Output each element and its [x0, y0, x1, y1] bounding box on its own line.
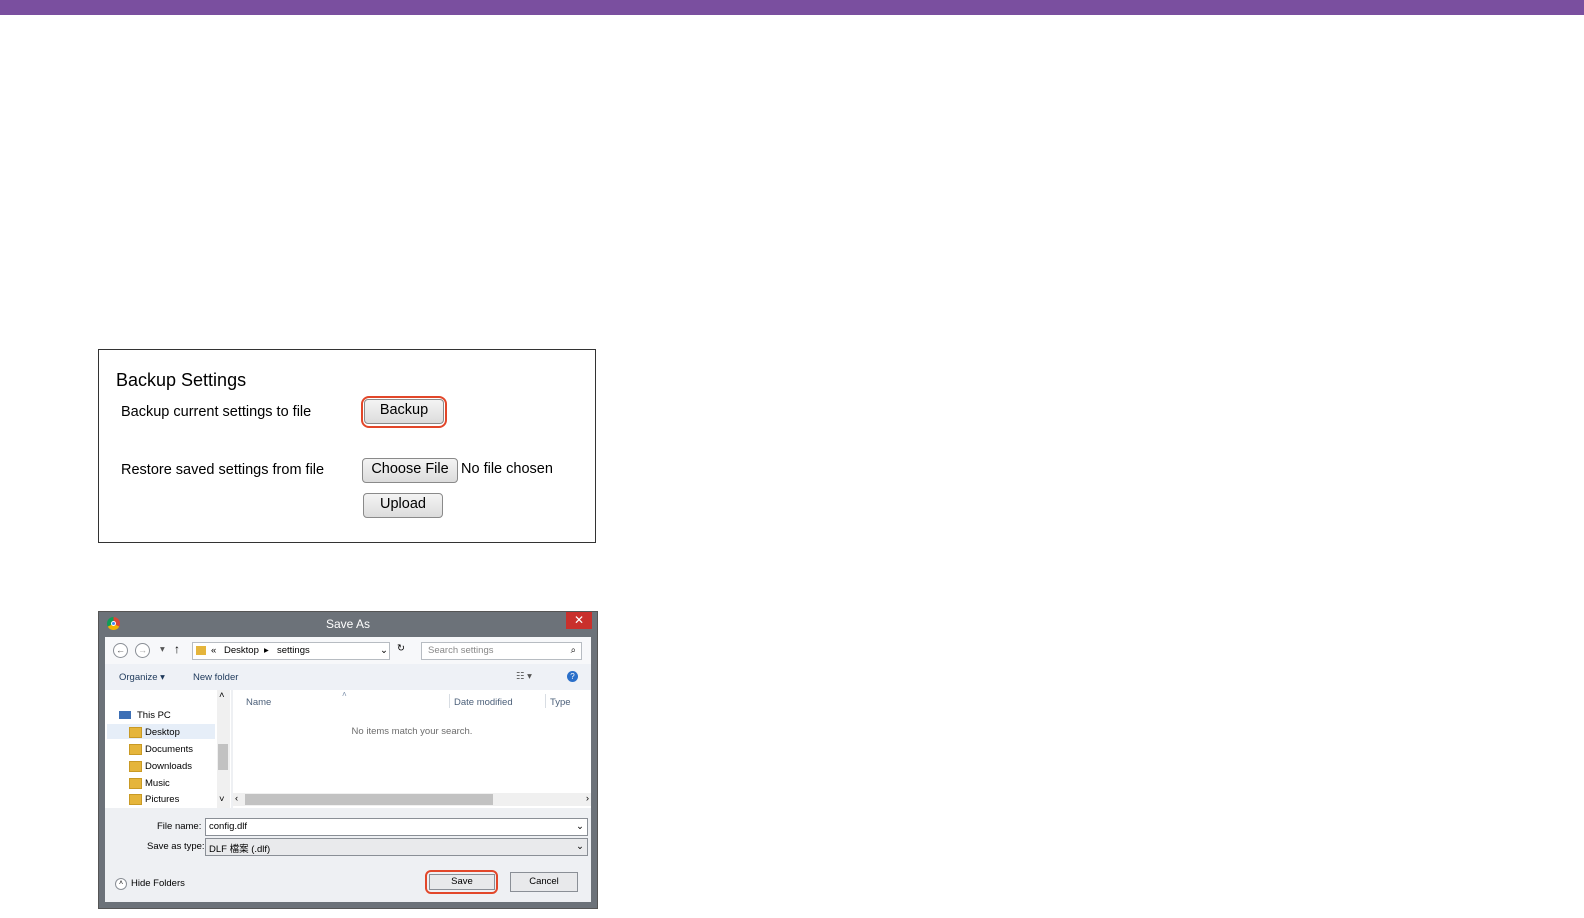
new-folder-button[interactable]: New folder	[193, 672, 238, 683]
panel-title: Backup Settings	[116, 370, 247, 390]
tree-item-documents[interactable]: Documents	[145, 744, 193, 755]
breadcrumb-prefix: «	[211, 645, 217, 656]
save-type-value: DLF 檔案 (.dlf)	[209, 844, 271, 855]
file-name-value: config.dlf	[209, 821, 248, 832]
dialog-title: Save As	[325, 617, 371, 631]
tree-item-music[interactable]: Music	[145, 778, 170, 789]
cancel-button[interactable]: Cancel	[510, 872, 578, 892]
save-button[interactable]: Save	[429, 874, 495, 890]
documents-folder-icon	[129, 744, 142, 755]
organize-menu[interactable]: Organize ▾	[119, 672, 165, 683]
desktop-folder-icon	[129, 727, 142, 738]
file-name-field[interactable]: config.dlf ⌄	[205, 818, 588, 836]
back-icon[interactable]: ←	[113, 643, 128, 658]
navigation-tree: This PC Desktop Documents Downloads Musi…	[105, 690, 231, 808]
pictures-folder-icon	[129, 794, 142, 805]
recent-dropdown-icon[interactable]: ▾	[160, 644, 165, 655]
column-date-modified[interactable]: Date modified	[454, 697, 513, 708]
breadcrumb-settings[interactable]: settings	[277, 645, 310, 656]
restore-label: Restore saved settings from file	[121, 462, 325, 478]
toolbar: Organize ▾ New folder ☷ ▾ ?	[105, 664, 591, 690]
save-type-dropdown-icon[interactable]: ⌄	[576, 841, 584, 852]
save-type-select[interactable]: DLF 檔案 (.dlf) ⌄	[205, 838, 588, 856]
up-arrow-icon[interactable]: ↑	[174, 642, 180, 656]
sort-arrow-icon: ˄	[342, 690, 347, 699]
scroll-down-icon[interactable]: ˅	[219, 794, 225, 805]
file-name-dropdown-icon[interactable]: ⌄	[576, 821, 584, 832]
hscroll-thumb[interactable]	[245, 794, 493, 805]
tree-item-desktop[interactable]: Desktop	[145, 727, 180, 738]
backup-label: Backup current settings to file	[121, 404, 312, 420]
dialog-footer: File name: config.dlf ⌄ Save as type: DL…	[105, 808, 591, 902]
tree-scrollbar[interactable]: ˄ ˅	[217, 690, 230, 808]
downloads-folder-icon	[129, 761, 142, 772]
close-button[interactable]: ✕	[566, 612, 592, 629]
address-bar[interactable]: « Desktop ▸ settings ⌄	[192, 642, 390, 660]
top-accent-bar	[0, 0, 1584, 15]
scroll-left-icon[interactable]: ‹	[235, 793, 238, 804]
music-folder-icon	[129, 778, 142, 789]
file-list: Name ˄ Date modified Type No items match…	[233, 690, 591, 808]
no-file-chosen: No file chosen	[461, 461, 553, 477]
folder-icon	[196, 646, 206, 655]
column-name[interactable]: Name	[246, 697, 271, 708]
column-type[interactable]: Type	[550, 697, 571, 708]
horizontal-scrollbar[interactable]: ‹ ›	[233, 793, 591, 806]
search-icon: ⌕	[570, 645, 576, 656]
upload-button[interactable]: Upload	[363, 493, 443, 518]
pc-icon	[119, 711, 131, 719]
dialog-titlebar: Save As ✕	[99, 612, 597, 637]
tree-item-this-pc[interactable]: This PC	[137, 710, 171, 721]
save-as-dialog: Save As ✕ ← → ▾ ↑ « Desktop ▸ settings ⌄…	[98, 611, 598, 909]
address-dropdown-icon[interactable]: ⌄	[380, 645, 388, 656]
breadcrumb-separator: ▸	[264, 645, 269, 656]
hide-folders-button[interactable]: Hide Folders	[131, 878, 185, 889]
empty-message: No items match your search.	[351, 726, 473, 737]
help-icon[interactable]: ?	[567, 671, 578, 682]
scroll-right-icon[interactable]: ›	[586, 793, 589, 804]
search-input[interactable]: Search settings ⌕	[421, 642, 582, 660]
forward-icon[interactable]: →	[135, 643, 150, 658]
choose-file-button[interactable]: Choose File	[362, 458, 458, 483]
column-divider	[449, 694, 450, 708]
save-type-label: Save as type:	[147, 841, 205, 852]
tree-item-downloads[interactable]: Downloads	[145, 761, 192, 772]
dialog-body: ← → ▾ ↑ « Desktop ▸ settings ⌄ ↻ Search …	[105, 637, 591, 902]
scroll-up-icon[interactable]: ˄	[219, 690, 225, 701]
breadcrumb-desktop[interactable]: Desktop	[224, 645, 259, 656]
search-placeholder: Search settings	[428, 645, 494, 656]
tree-item-pictures[interactable]: Pictures	[145, 794, 179, 805]
navigation-row: ← → ▾ ↑ « Desktop ▸ settings ⌄ ↻ Search …	[105, 637, 591, 664]
hide-folders-icon[interactable]: ˄	[115, 878, 127, 890]
scroll-thumb[interactable]	[218, 744, 228, 770]
backup-settings-panel: Backup Settings Backup current settings …	[98, 349, 596, 543]
refresh-icon[interactable]: ↻	[397, 643, 405, 654]
backup-button[interactable]: Backup	[364, 399, 444, 424]
file-name-label: File name:	[157, 821, 202, 832]
view-options-icon[interactable]: ☷ ▾	[516, 671, 532, 682]
column-divider	[545, 694, 546, 708]
